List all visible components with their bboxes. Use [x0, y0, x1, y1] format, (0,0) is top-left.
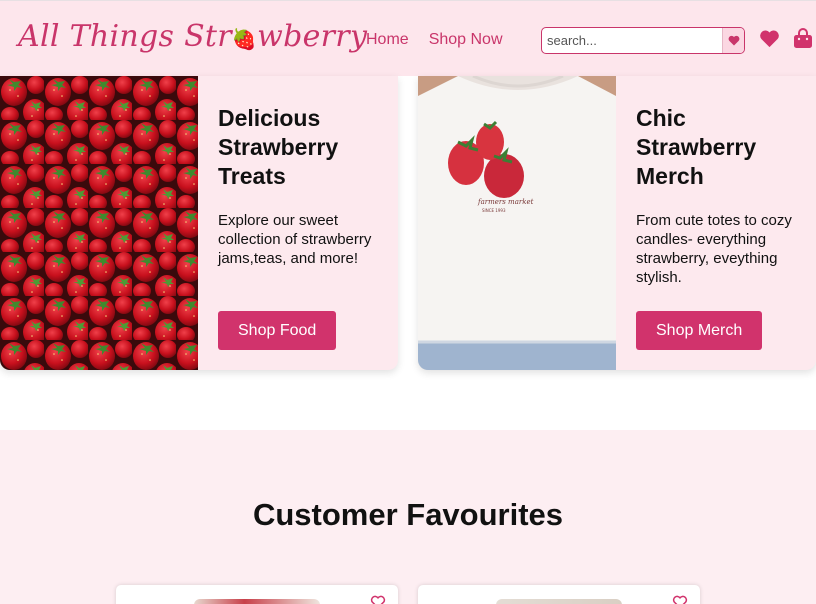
merch-card-description: From cute totes to cozy candles- everyth…: [636, 212, 792, 286]
logo-text-start: All Things Str: [18, 19, 232, 54]
favourite-toggle[interactable]: [370, 595, 386, 604]
heart-icon: [728, 35, 739, 46]
product-card[interactable]: [418, 585, 700, 604]
product-image: [496, 599, 622, 604]
cart-button[interactable]: [793, 28, 813, 54]
product-card[interactable]: [116, 585, 398, 604]
search-input[interactable]: [542, 28, 722, 53]
merch-card-body: Chic Strawberry Merch From cute totes to…: [636, 104, 806, 287]
favourite-toggle[interactable]: [672, 595, 688, 604]
shopping-bag-icon: [794, 28, 812, 48]
search-submit-button[interactable]: [722, 28, 744, 53]
svg-text:farmers market: farmers market: [477, 198, 534, 206]
food-category-card: Delicious Strawberry Treats Explore our …: [0, 76, 398, 370]
strawberry-tshirt-photo: farmers market SINCE 1993: [418, 76, 616, 370]
food-card-body: Delicious Strawberry Treats Explore our …: [218, 104, 388, 268]
search-bar: [541, 27, 745, 54]
site-header: All Things Str🍓wberry Home Shop Now: [0, 0, 816, 76]
shop-merch-button[interactable]: Shop Merch: [636, 311, 763, 350]
heart-icon: [760, 30, 779, 48]
heart-outline-icon: [672, 595, 688, 604]
section-title: Customer Favourites: [252, 497, 564, 532]
site-logo[interactable]: All Things Str🍓wberry: [18, 19, 367, 54]
wishlist-button[interactable]: [759, 29, 780, 53]
merch-card-title: Chic Strawberry Merch: [636, 105, 757, 189]
merch-category-card: farmers market SINCE 1993 Chic Strawberr…: [418, 76, 816, 370]
logo-text-end: wberry: [257, 19, 368, 54]
svg-text:SINCE 1993: SINCE 1993: [482, 208, 506, 213]
strawberries-photo: [0, 76, 198, 370]
food-card-description: Explore our sweet collection of strawber…: [218, 212, 372, 267]
customer-favourites-section: Customer Favourites: [0, 430, 816, 604]
food-card-title: Delicious Strawberry Treats: [218, 105, 339, 189]
product-image: [194, 599, 320, 604]
main-nav: Home Shop Now: [366, 31, 503, 49]
nav-shop-now-link[interactable]: Shop Now: [429, 31, 503, 49]
tshirt-image: farmers market SINCE 1993: [418, 76, 616, 370]
strawberry-icon: 🍓: [231, 27, 258, 51]
shop-food-button[interactable]: Shop Food: [218, 311, 337, 350]
heart-outline-icon: [370, 595, 386, 604]
nav-home-link[interactable]: Home: [366, 31, 409, 49]
strawberries-image: [0, 76, 198, 370]
